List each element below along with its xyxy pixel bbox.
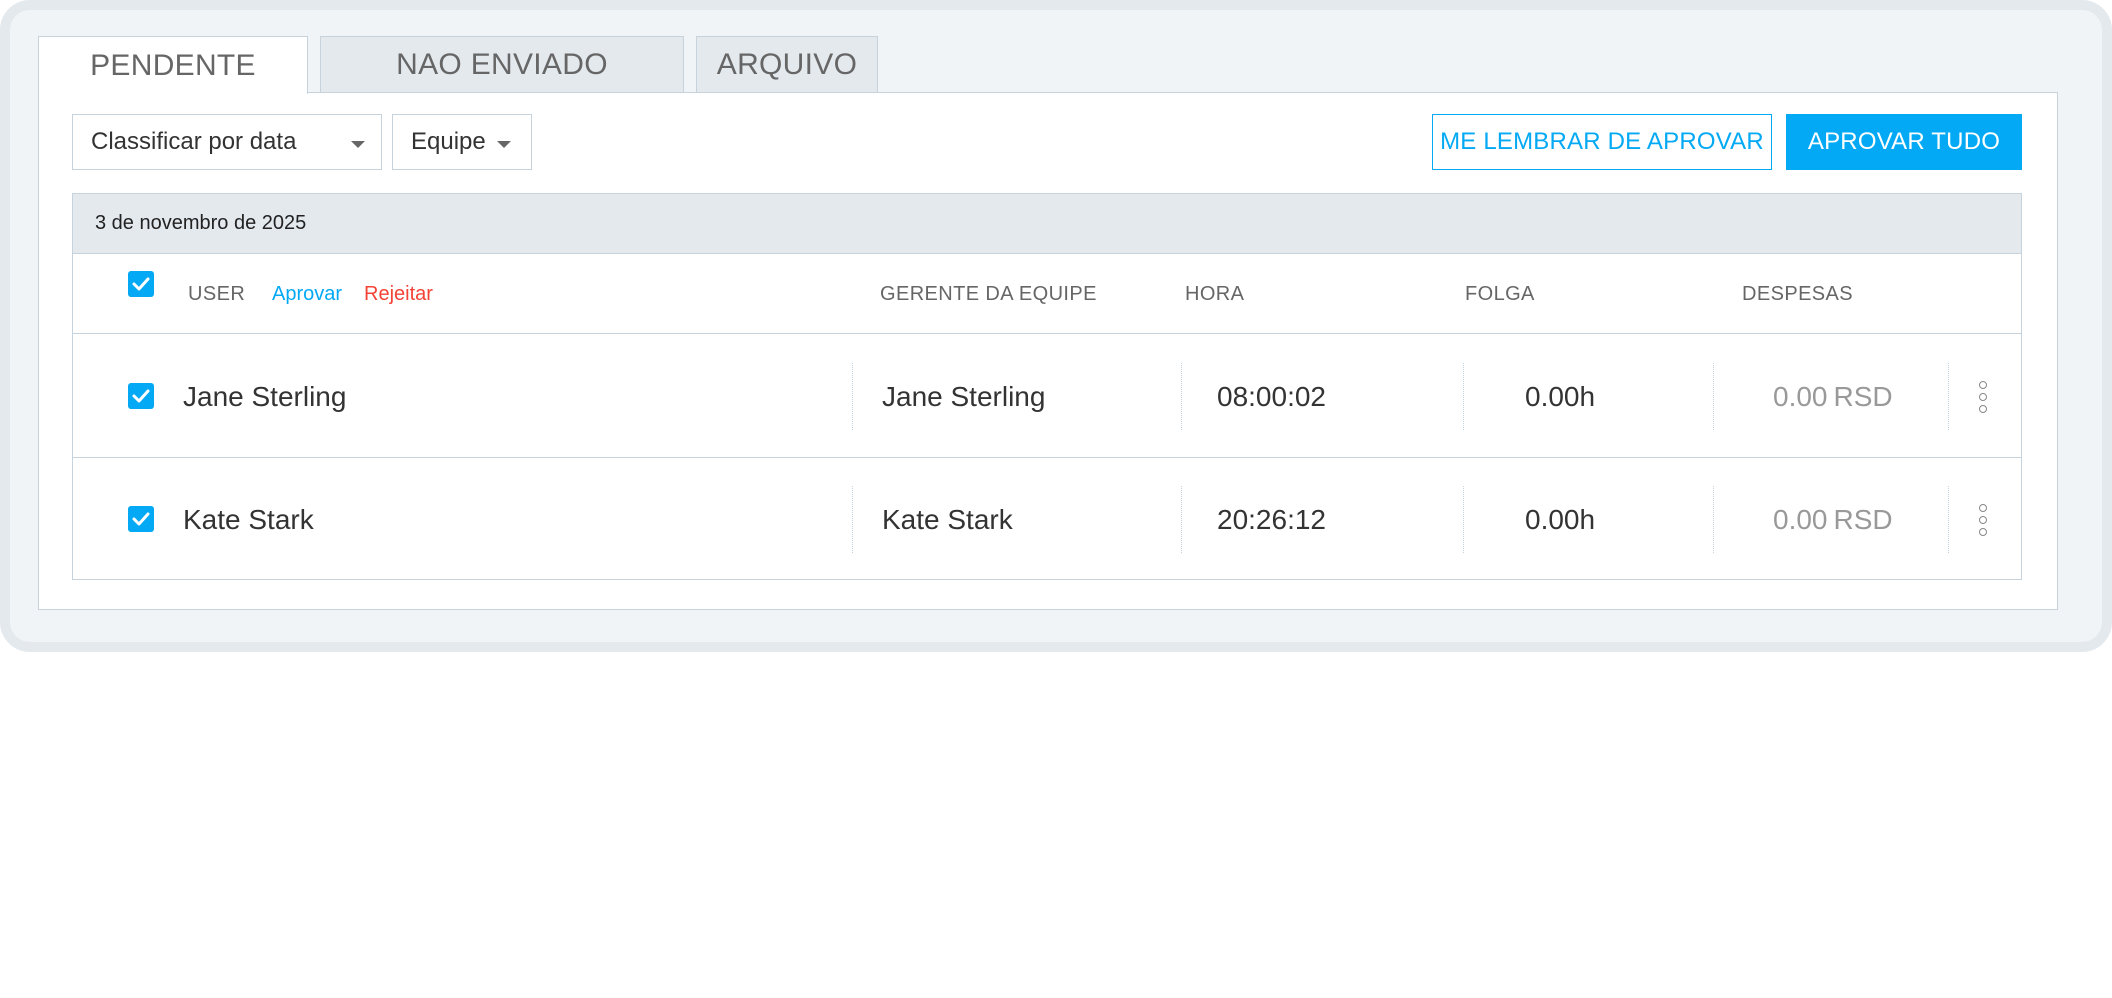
tab-label: PENDENTE xyxy=(90,48,256,82)
date-label: 3 de novembro de 2025 xyxy=(95,212,307,234)
row-user-name: Kate Stark xyxy=(183,503,314,535)
row-expenses: 0.00 RSD xyxy=(1773,458,1893,581)
approve-all-label: APROVAR TUDO xyxy=(1807,128,2001,155)
caret-down-icon xyxy=(497,141,511,148)
select-all-checkbox[interactable] xyxy=(128,271,154,297)
column-divider xyxy=(1948,363,1949,430)
column-divider xyxy=(1181,486,1182,553)
approve-all-button[interactable]: APROVAR TUDO xyxy=(1786,114,2022,170)
expense-currency: RSD xyxy=(1833,503,1893,535)
approvals-table: 3 de novembro de 2025 USER Aprovar Rejei… xyxy=(72,193,2022,580)
row-manager-name: Jane Sterling xyxy=(882,380,1046,412)
tab-label: ARQUIVO xyxy=(716,48,858,81)
table-header-row: USER Aprovar Rejeitar GERENTE DA EQUIPE … xyxy=(73,254,2021,334)
check-icon xyxy=(132,389,150,403)
row-time: 08:00:02 xyxy=(1217,380,1326,412)
tab-nao-enviado[interactable]: NAO ENVIADO xyxy=(320,36,684,93)
table-row[interactable]: Kate Stark Kate Stark 20:26:12 0.00h 0.0… xyxy=(73,458,2021,581)
row-time: 20:26:12 xyxy=(1217,503,1326,535)
column-header-time: HORA xyxy=(1185,282,1245,305)
column-divider xyxy=(1948,486,1949,553)
column-divider xyxy=(1713,486,1714,553)
team-select[interactable]: Equipe xyxy=(392,114,532,170)
tab-pendente[interactable]: PENDENTE xyxy=(38,36,308,94)
more-vertical-icon[interactable] xyxy=(1963,335,2003,458)
column-header-expenses: DESPESAS xyxy=(1742,282,1854,305)
tab-label: NAO ENVIADO xyxy=(396,48,608,81)
column-divider xyxy=(1181,363,1182,430)
expense-amount: 0.00 xyxy=(1773,380,1828,412)
column-divider xyxy=(1713,363,1714,430)
row-time-off: 0.00h xyxy=(1525,503,1596,535)
column-header-user: USER xyxy=(188,282,246,305)
team-select-value: Equipe xyxy=(411,128,486,155)
column-header-manager: GERENTE DA EQUIPE xyxy=(880,282,1097,305)
row-checkbox[interactable] xyxy=(128,383,154,409)
column-divider xyxy=(1463,486,1464,553)
tab-arquivo[interactable]: ARQUIVO xyxy=(696,36,878,93)
row-user-name: Jane Sterling xyxy=(183,380,347,412)
expense-amount: 0.00 xyxy=(1773,503,1828,535)
sort-select[interactable]: Classificar por data xyxy=(72,114,382,170)
remind-to-approve-button[interactable]: ME LEMBRAR DE APROVAR xyxy=(1432,114,1772,170)
row-time-off: 0.00h xyxy=(1525,380,1596,412)
column-header-time-off: FOLGA xyxy=(1465,282,1535,305)
row-checkbox[interactable] xyxy=(128,506,154,532)
more-vertical-icon[interactable] xyxy=(1963,458,2003,581)
column-divider xyxy=(852,486,853,553)
check-icon xyxy=(132,512,150,526)
row-expenses: 0.00 RSD xyxy=(1773,335,1893,458)
caret-down-icon xyxy=(351,141,365,148)
row-manager-name: Kate Stark xyxy=(882,503,1013,535)
reject-selected-link[interactable]: Rejeitar xyxy=(364,254,433,334)
table-row[interactable]: Jane Sterling Jane Sterling 08:00:02 0.0… xyxy=(73,335,2021,458)
sort-select-value: Classificar por data xyxy=(91,128,297,155)
date-group-header: 3 de novembro de 2025 xyxy=(73,194,2021,254)
column-divider xyxy=(852,363,853,430)
approve-selected-link[interactable]: Aprovar xyxy=(272,254,342,334)
check-icon xyxy=(132,277,150,291)
expense-currency: RSD xyxy=(1833,380,1893,412)
column-divider xyxy=(1463,363,1464,430)
remind-button-label: ME LEMBRAR DE APROVAR xyxy=(1440,128,1764,155)
